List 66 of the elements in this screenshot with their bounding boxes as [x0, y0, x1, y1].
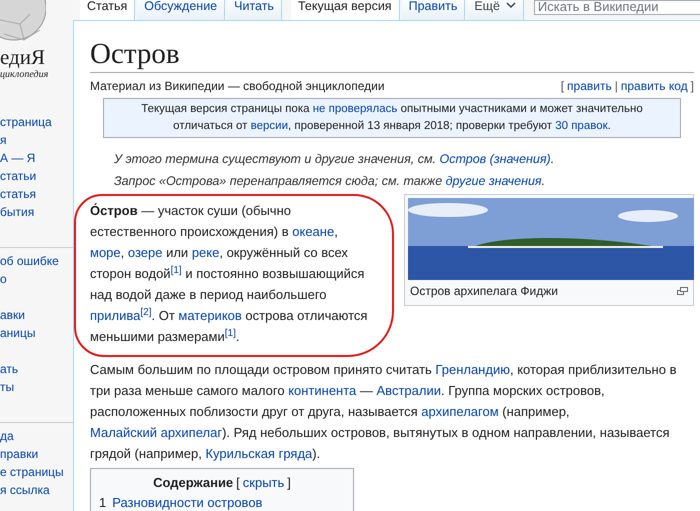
search-field[interactable]: Искать в Википедии [534, 0, 700, 15]
toc-link[interactable]: Разновидности островов [112, 494, 262, 511]
sidebar-link[interactable]: я ссылка [0, 481, 73, 499]
link[interactable]: Остров (значения) [440, 152, 551, 166]
sidebar-link[interactable]: аницы [0, 324, 73, 342]
page-title: Остров [90, 37, 694, 73]
sidebar-link[interactable]: об ошибке [0, 252, 73, 270]
link[interactable]: другие значения [446, 174, 542, 188]
link[interactable]: версии [250, 120, 288, 132]
enlarge-icon[interactable] [677, 287, 688, 295]
bracket: ] [287, 474, 291, 492]
sidebar-link[interactable]: бытия [0, 203, 73, 221]
sidebar-link[interactable]: А — Я [0, 149, 73, 167]
link[interactable]: материков [178, 308, 242, 323]
toc-title: Содержание [153, 474, 234, 492]
tab[interactable]: Обсуждение [137, 0, 226, 20]
link[interactable]: 30 правок [555, 120, 608, 132]
sidebar-link[interactable]: ты [0, 378, 73, 396]
sidebar-link[interactable]: я [0, 131, 73, 149]
link[interactable]: озере [128, 245, 162, 260]
link[interactable]: не проверялась [312, 103, 398, 115]
lead-paragraph: О́стров — участок суши (обычно естественного происхождения) в океане, море, озере или реке, окружённый со всех сторон водой$^{[1]}$ и постоянно возвышающийся над водой даже в период наибольшего прилива$^{[2]}$. От материков острова отличаются меньшими размерами$^{[1]}$. [90, 202, 368, 346]
sidebar-link[interactable]: ать [0, 360, 73, 378]
reference-link[interactable]: [1] [170, 265, 182, 276]
link[interactable]: Австралии [376, 383, 441, 398]
link[interactable]: реке [192, 245, 220, 260]
edit-link[interactable]: править [567, 77, 612, 95]
logo-wordmark: едиЯ [0, 46, 46, 68]
sidebar-link[interactable]: да [0, 427, 73, 445]
link[interactable]: Гренландию [435, 362, 510, 377]
link[interactable]: Курильская гряда [205, 446, 312, 461]
toc-number: 1 [99, 494, 106, 511]
link[interactable]: море [90, 245, 121, 260]
hatnote: У этого термина существуют и другие значения, см. Остров (значения). [114, 151, 556, 168]
bracket: [ [236, 474, 240, 492]
sidebar-link[interactable]: авки [0, 306, 73, 324]
subtitle: Материал из Википедии — свободной энциклопедии [90, 78, 385, 95]
image-caption: Остров архипелага Фиджи [410, 283, 558, 299]
reference-link[interactable]: [1] [224, 328, 236, 339]
sidebar-link[interactable]: страница [0, 113, 73, 131]
reference-link[interactable]: [2] [140, 307, 152, 318]
sidebar-link[interactable]: статья [0, 185, 73, 203]
tab[interactable]: Статья [80, 0, 136, 20]
sidebar-link[interactable]: е страницы [0, 463, 73, 481]
sidebar-link[interactable]: статьи [0, 167, 73, 185]
edit-link[interactable]: править код [620, 77, 688, 95]
body-paragraph: Самым большим по площади островом принято считать Гренландию, которая приблизительно в три раза меньше самого малого континента — Австралии. Группа морских островов, расположенных поблизости друг от друга, называется архипелагом (например, Малайский архипелаг). Ряд небольших островов, вытянутых в одном направлении, называется грядой (например, Курильская гряда). [90, 361, 678, 463]
bracket: ] [690, 78, 694, 95]
separator: | [614, 78, 618, 95]
sidebar-link[interactable]: о [0, 270, 73, 288]
tab[interactable]: Править [402, 0, 466, 20]
link[interactable]: океане [292, 224, 334, 239]
tab[interactable]: Читать [227, 0, 282, 20]
sidebar-link[interactable]: правки [0, 445, 73, 463]
bracket: [ [560, 78, 564, 95]
logo-tagline: циклопедия [0, 68, 50, 82]
chevron-down-icon [506, 0, 516, 10]
tab[interactable]: Текущая версия [290, 0, 400, 20]
hatnote: Запрос «Острова» перенаправляется сюда; см. также другие значения. [114, 173, 546, 190]
link[interactable]: Малайский архипелаг [90, 425, 222, 440]
toc-toggle-link[interactable]: скрыть [242, 473, 284, 493]
link[interactable]: прилива [90, 308, 140, 323]
notice-box: Текущая версия страницы пока не проверялась опытными участниками и может значительно отличаться от версии, проверенной 13 января 2018; проверки требуют 30 правок. [103, 98, 681, 138]
link[interactable]: континента [288, 383, 356, 398]
link[interactable]: архипелагом [421, 404, 499, 419]
more-menu[interactable]: Ещё [467, 0, 524, 20]
